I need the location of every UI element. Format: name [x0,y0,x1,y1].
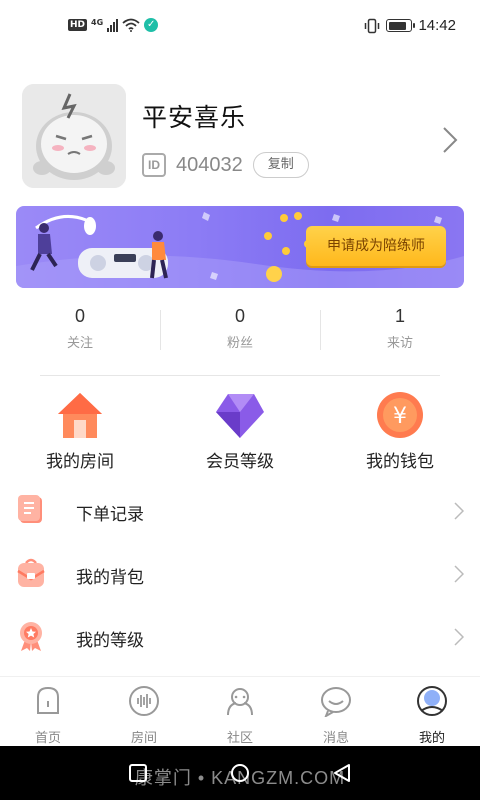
user-id: 404032 [176,153,243,176]
feature-label: 我的房间 [46,452,114,472]
tab-me[interactable]: 我的 [384,677,480,746]
message-icon [321,687,351,719]
stat-followers[interactable]: 0 粉丝 [160,306,320,354]
tab-label: 消息 [322,731,349,746]
stat-following[interactable]: 0 关注 [0,306,160,354]
nickname: 平安喜乐 [142,103,247,132]
coach-application-banner[interactable]: 申请成为陪练师 [16,206,464,288]
menu-item-order-records[interactable]: 下单记录 [0,480,480,543]
tab-community[interactable]: 社区 [192,677,288,746]
menu-label: 下单记录 [76,505,144,525]
menu-list: 下单记录 我的背包 我的等级 [0,480,480,669]
stat-label: 粉丝 [226,336,253,351]
chevron-right-icon [454,502,464,520]
yen-symbol: ¥ [393,404,407,429]
stat-value: 1 [394,306,405,326]
status-left: HD 4G ✓ [68,17,159,32]
feature-my-wallet[interactable]: ¥ 我的钱包 [320,390,480,472]
feature-membership-level[interactable]: 会员等级 [160,390,320,472]
divider [40,375,440,376]
status-right: 14:42 [364,17,456,34]
menu-label: 我的等级 [76,631,144,651]
tab-home[interactable]: 首页 [0,677,96,746]
vibrate-icon [365,18,380,33]
stat-label: 来访 [386,336,413,351]
diamond-icon [216,394,264,438]
chevron-right-icon [454,565,464,583]
tab-label: 社区 [226,731,253,746]
network-type: 4G [91,17,104,27]
home-icon [37,686,59,714]
tab-room[interactable]: 房间 [96,677,192,746]
backpack-icon [17,558,45,587]
tab-label: 房间 [130,731,157,746]
level-medal-icon [20,622,42,651]
apply-coach-button[interactable]: 申请成为陪练师 [306,226,446,266]
stat-label: 关注 [66,336,93,351]
chevron-right-icon [454,628,464,646]
stats-row: 0 关注 0 粉丝 1 来访 [0,306,480,354]
check-badge-icon: ✓ [144,18,159,32]
feature-label: 我的钱包 [366,452,434,472]
chevron-right-icon[interactable] [442,126,458,154]
feature-grid: 我的房间 会员等级 ¥ 我的钱包 [0,390,480,472]
tab-label: 首页 [34,731,61,746]
tab-messages[interactable]: 消息 [288,677,384,746]
feature-label: 会员等级 [206,452,274,472]
clock: 14:42 [418,17,456,34]
status-bar: HD 4G ✓ 14:42 [0,0,480,56]
wifi-icon [122,18,140,32]
battery-fill [388,21,406,30]
feature-my-room[interactable]: 我的房间 [0,390,160,472]
watermark: 康掌门 • KANGZM.COM [134,768,346,788]
user-id-row: ID 404032 复制 [142,152,309,178]
community-icon [227,688,253,716]
id-icon: ID [142,153,166,177]
profile-header[interactable]: 平安喜乐 ID 404032 复制 [0,84,480,192]
house-icon [58,393,102,438]
signal-icon [107,18,119,32]
avatar[interactable] [22,84,126,188]
bottom-tab-bar: 首页 房间 社区 消息 我的 [0,676,480,746]
battery-icon [386,19,416,32]
stat-visitors[interactable]: 1 来访 [320,306,480,354]
stat-value: 0 [234,306,245,326]
stat-value: 0 [74,306,85,326]
menu-item-my-level[interactable]: 我的等级 [0,606,480,669]
profile-icon [417,686,447,716]
tab-label: 我的 [418,731,445,746]
avatar-illustration [22,84,126,188]
voice-room-icon [129,686,159,716]
menu-item-my-backpack[interactable]: 我的背包 [0,543,480,606]
hd-indicator: HD [68,19,88,31]
copy-id-button[interactable]: 复制 [252,152,309,178]
yen-coin-icon: ¥ [377,392,423,438]
order-record-icon [18,495,42,523]
menu-label: 我的背包 [76,568,144,588]
